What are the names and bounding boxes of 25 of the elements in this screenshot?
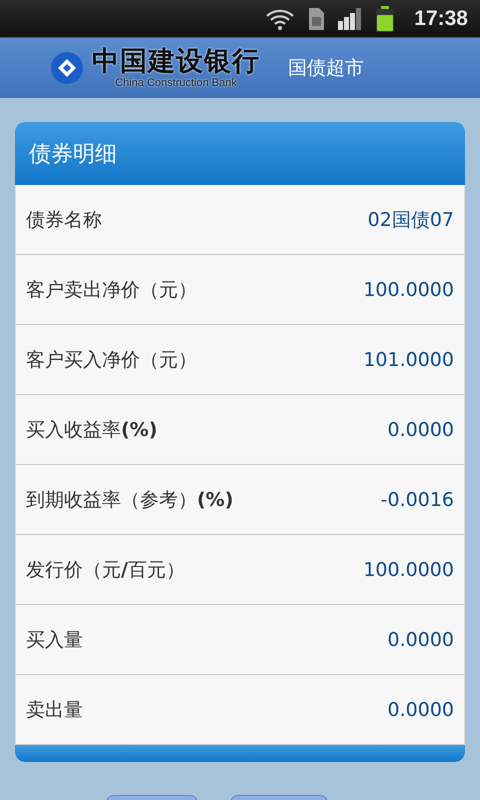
bank-name: 中国建设银行 <box>92 47 260 77</box>
clock-time: 17:38 <box>414 6 468 30</box>
row-value: 100.0000 <box>363 558 454 580</box>
battery-icon <box>376 6 394 32</box>
row-value: -0.0016 <box>380 488 454 510</box>
row-label: 发行价（元/百元） <box>26 558 185 582</box>
row-label: 买入收益率(%) <box>26 418 158 442</box>
section-title: 国债超市 <box>288 56 364 81</box>
row-label: 债券名称 <box>26 208 102 232</box>
row-label: 卖出量 <box>26 698 83 722</box>
row-value: 0.0000 <box>388 698 454 720</box>
row-label: 买入量 <box>26 628 83 652</box>
sim-card-icon <box>309 8 324 30</box>
row-value: 100.0000 <box>363 278 454 300</box>
row-label: 客户买入净价（元） <box>26 348 197 372</box>
row-label: 到期收益率（参考）(%) <box>26 488 234 512</box>
row-value: 0.0000 <box>388 628 454 650</box>
bank-logo-icon <box>50 51 84 85</box>
signal-icon <box>338 8 362 30</box>
row-value: 02国债07 <box>368 208 454 232</box>
bank-name-english: China Construction Bank <box>115 77 237 89</box>
row-value: 0.0000 <box>388 418 454 440</box>
row-value: 101.0000 <box>363 348 454 370</box>
row-label: 客户卖出净价（元） <box>26 278 197 302</box>
card-title: 债券明细 <box>15 122 465 185</box>
